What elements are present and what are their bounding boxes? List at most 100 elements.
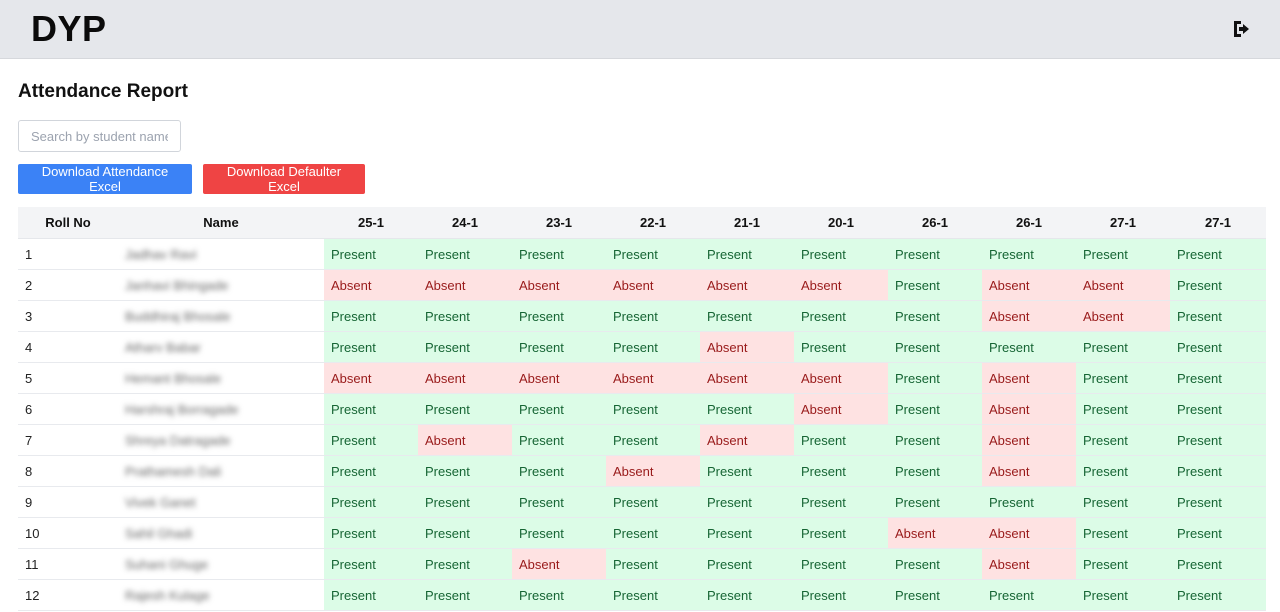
student-name-cell: Atharv Babar [118, 331, 324, 363]
attendance-status-cell: Present [606, 331, 700, 363]
attendance-status-cell: Present [512, 455, 606, 487]
attendance-status-cell: Present [324, 548, 418, 580]
attendance-status-cell: Present [606, 548, 700, 580]
attendance-status-cell: Present [512, 424, 606, 456]
attendance-status-cell: Present [1170, 517, 1266, 549]
roll-number-cell: 12 [18, 579, 118, 611]
table-row: 10 Sahil Ghadi Present Present Present Presen… [18, 517, 1266, 549]
header-date: 20-1 [794, 207, 888, 239]
attendance-status-cell: Absent [1076, 269, 1170, 301]
attendance-status-cell: Present [324, 579, 418, 611]
header-date: 26-1 [888, 207, 982, 239]
brand-logo[interactable]: DYP [31, 8, 107, 50]
main-content: Attendance Report Download Attendance Ex… [0, 80, 1280, 611]
attendance-status-cell: Present [794, 331, 888, 363]
attendance-status-cell: Absent [982, 424, 1076, 456]
student-name-cell: Rajesh Kulage [118, 579, 324, 611]
table-row: 7 Shreya Datragade Present Absent Present Pre… [18, 424, 1266, 456]
attendance-status-cell: Present [794, 238, 888, 270]
attendance-status-cell: Absent [418, 424, 512, 456]
attendance-status-cell: Present [418, 548, 512, 580]
attendance-status-cell: Absent [982, 455, 1076, 487]
header-date: 27-1 [1076, 207, 1170, 239]
attendance-status-cell: Present [418, 486, 512, 518]
attendance-status-cell: Present [1076, 393, 1170, 425]
sign-out-icon[interactable] [1230, 17, 1254, 41]
attendance-status-cell: Present [418, 331, 512, 363]
attendance-status-cell: Present [888, 548, 982, 580]
attendance-status-cell: Absent [982, 269, 1076, 301]
student-name-cell: Buddhiraj Bhosale [118, 300, 324, 332]
download-defaulter-button[interactable]: Download Defaulter Excel [203, 164, 365, 194]
table-row: 9 Vivek Ganet Present Present Present Present… [18, 486, 1266, 518]
header-date: 25-1 [324, 207, 418, 239]
attendance-status-cell: Present [1170, 424, 1266, 456]
attendance-status-cell: Present [512, 300, 606, 332]
attendance-status-cell: Present [888, 331, 982, 363]
attendance-status-cell: Absent [512, 269, 606, 301]
attendance-status-cell: Absent [794, 393, 888, 425]
download-attendance-button[interactable]: Download Attendance Excel [18, 164, 192, 194]
attendance-status-cell: Present [512, 486, 606, 518]
table-row: 11 Suhani Ghuge Present Present Absent Presen… [18, 548, 1266, 580]
student-name: Prathamesh Dali [125, 463, 222, 479]
student-name-cell: Sahil Ghadi [118, 517, 324, 549]
attendance-status-cell: Present [418, 455, 512, 487]
student-name-cell: Prathamesh Dali [118, 455, 324, 487]
attendance-status-cell: Absent [700, 362, 794, 394]
header-date: 23-1 [512, 207, 606, 239]
search-input[interactable] [18, 120, 181, 152]
table-header-row: Roll No Name 25-1 24-1 23-1 22-1 21-1 20-1 26-1 2… [18, 207, 1266, 239]
attendance-status-cell: Present [794, 300, 888, 332]
page-title: Attendance Report [18, 81, 188, 102]
attendance-status-cell: Present [888, 269, 982, 301]
table-row: 4 Atharv Babar Present Present Present Presen… [18, 331, 1266, 363]
table-row: 8 Prathamesh Dali Present Present Present Abs… [18, 455, 1266, 487]
attendance-status-cell: Present [606, 517, 700, 549]
attendance-status-cell: Present [1170, 393, 1266, 425]
attendance-status-cell: Present [888, 393, 982, 425]
attendance-status-cell: Present [324, 238, 418, 270]
table-row: 3 Buddhiraj Bhosale Present Present Present P… [18, 300, 1266, 332]
attendance-status-cell: Present [512, 238, 606, 270]
attendance-status-cell: Present [982, 486, 1076, 518]
header-roll-no: Roll No [18, 207, 118, 239]
attendance-status-cell: Present [418, 238, 512, 270]
student-name: Sahil Ghadi [125, 525, 193, 541]
attendance-status-cell: Present [888, 362, 982, 394]
attendance-status-cell: Present [418, 517, 512, 549]
attendance-status-cell: Present [1076, 238, 1170, 270]
table-row: 5 Hemant Bhosale Absent Absent Absent Absent A… [18, 362, 1266, 394]
student-name-cell: Suhani Ghuge [118, 548, 324, 580]
attendance-status-cell: Present [512, 517, 606, 549]
attendance-status-cell: Present [1170, 300, 1266, 332]
attendance-status-cell: Present [1170, 362, 1266, 394]
student-name: Janhavi Bhingade [125, 277, 229, 293]
attendance-status-cell: Present [418, 300, 512, 332]
attendance-status-cell: Present [888, 238, 982, 270]
attendance-status-cell: Present [512, 393, 606, 425]
header-date: 21-1 [700, 207, 794, 239]
student-name: Harshraj Borragade [125, 401, 239, 417]
student-name: Hemant Bhosale [125, 370, 222, 386]
attendance-status-cell: Present [700, 548, 794, 580]
attendance-status-cell: Present [1170, 238, 1266, 270]
table-row: 2 Janhavi Bhingade Absent Absent Absent Absen… [18, 269, 1266, 301]
attendance-status-cell: Present [794, 455, 888, 487]
attendance-status-cell: Present [1076, 579, 1170, 611]
attendance-status-cell: Absent [700, 424, 794, 456]
attendance-status-cell: Present [888, 486, 982, 518]
student-name-cell: Shreya Datragade [118, 424, 324, 456]
attendance-status-cell: Present [794, 486, 888, 518]
attendance-status-cell: Absent [324, 269, 418, 301]
attendance-status-cell: Absent [982, 362, 1076, 394]
attendance-status-cell: Present [1170, 548, 1266, 580]
attendance-status-cell: Absent [982, 517, 1076, 549]
roll-number-cell: 11 [18, 548, 118, 580]
attendance-status-cell: Present [324, 393, 418, 425]
attendance-status-cell: Present [794, 424, 888, 456]
table-body: 1 Jadhav Ravi Present Present Present Present… [18, 238, 1266, 611]
student-name: Vivek Ganet [125, 494, 196, 510]
attendance-status-cell: Present [700, 517, 794, 549]
attendance-status-cell: Present [606, 486, 700, 518]
